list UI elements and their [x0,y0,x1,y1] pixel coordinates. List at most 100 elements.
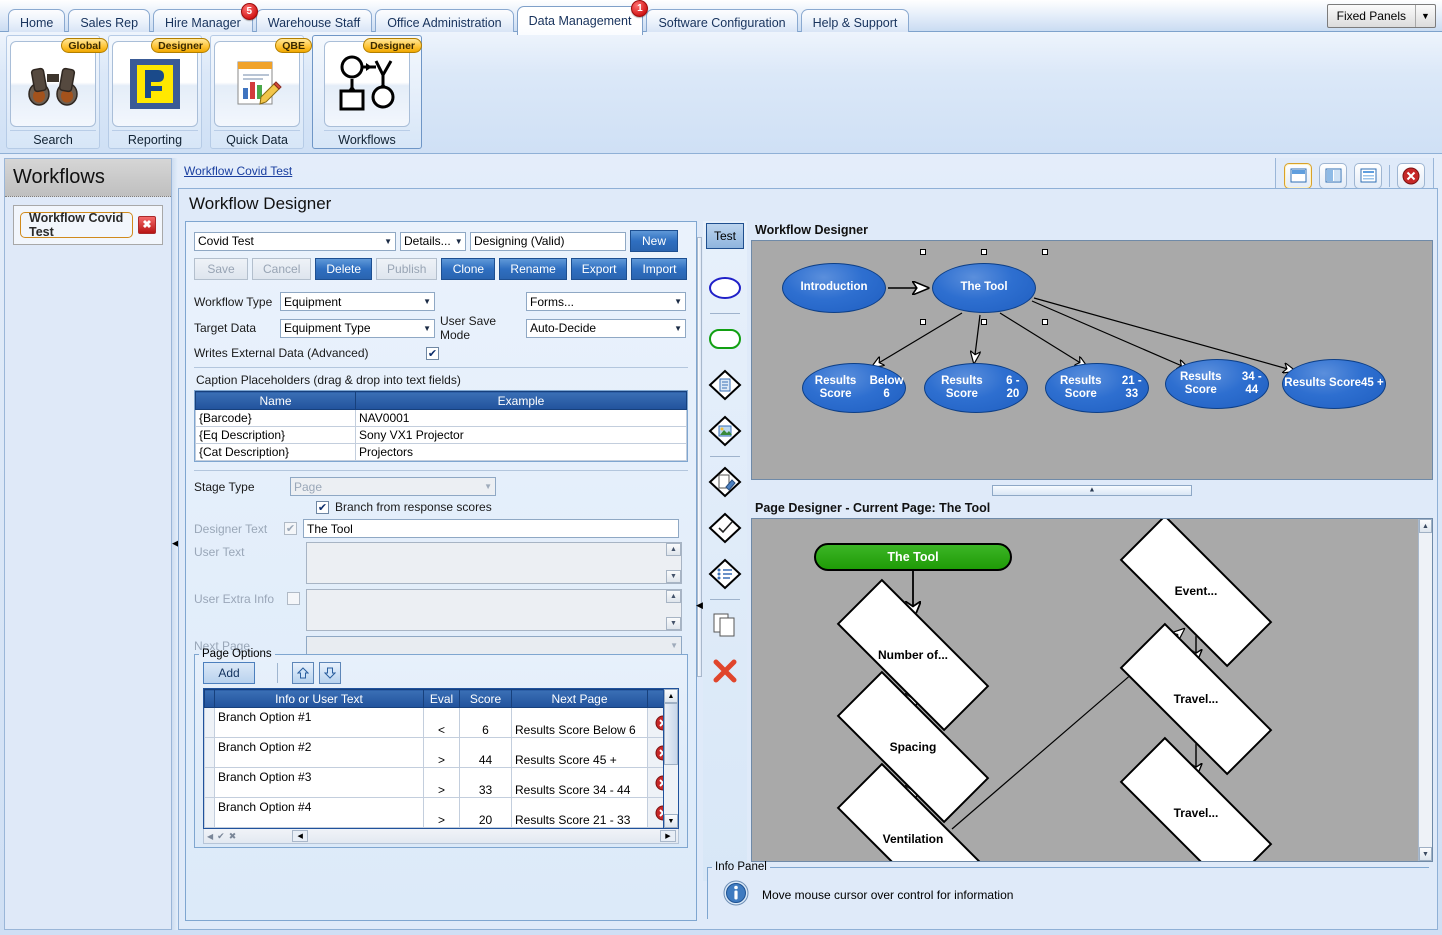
layout-split-horizontal-icon[interactable] [1354,163,1382,189]
diamond-edit-option-icon[interactable] [703,459,747,505]
page-node-diamond[interactable]: Travel... [1120,781,1272,845]
designer-text-checkbox[interactable]: ✔ [284,522,297,535]
quick-data-icon[interactable] [214,41,300,127]
table-cell[interactable]: {Cat Description} [196,444,356,461]
page-canvas-scrollbar[interactable]: ▲ ▼ [1418,519,1432,861]
sidebar-item-workflow-covid-test[interactable]: Workflow Covid Test [20,212,133,238]
stage-type-select[interactable]: Page▼ [290,477,496,496]
option-eval-cell[interactable]: > [424,798,460,828]
selection-handle[interactable] [920,249,926,255]
selection-handle[interactable] [981,249,987,255]
option-eval-cell[interactable]: > [424,738,460,768]
move-up-button[interactable] [292,662,314,684]
selection-handle[interactable] [1042,319,1048,325]
delete-x-icon[interactable] [703,648,747,694]
page-canvas[interactable]: The ToolNumber of...SpacingVentilationEv… [751,518,1433,862]
option-score-cell[interactable]: 44 [460,738,512,768]
option-text-cell[interactable]: Branch Option #1 [215,708,424,738]
report-icon[interactable] [112,41,198,127]
option-text-cell[interactable]: Branch Option #4 [215,798,424,828]
rounded-page-icon[interactable] [703,316,747,362]
selection-handle[interactable] [981,319,987,325]
tab-data-management[interactable]: Data Management1 [517,6,644,35]
row-selector[interactable] [205,708,215,738]
diamond-text-option-icon[interactable] [703,362,747,408]
form-splitter[interactable]: ◀ [696,225,703,915]
user-text-textarea[interactable]: ▲▼ [306,542,682,584]
table-row[interactable]: {Eq Description}Sony VX1 Projector [196,427,687,444]
add-page-option-button[interactable]: Add [203,662,255,684]
table-row[interactable]: {Barcode}NAV0001 [196,410,687,427]
user-extra-info-checkbox[interactable] [287,592,300,605]
details-select[interactable]: Details...▼ [400,232,466,251]
user-extra-info-textarea[interactable]: ▲▼ [306,589,682,631]
workflow-canvas[interactable]: IntroductionThe ToolResults ScoreBelow 6… [751,240,1433,480]
workflow-icon[interactable] [324,41,410,127]
option-score-cell[interactable]: 20 [460,798,512,828]
selection-handle[interactable] [1042,249,1048,255]
table-row[interactable]: Branch Option #4>20Results Score 21 - 33 [205,798,678,828]
option-score-cell[interactable]: 33 [460,768,512,798]
delete-button[interactable]: Delete [315,258,372,280]
layout-split-vertical-icon[interactable] [1319,163,1347,189]
designer-text-input[interactable]: The Tool [303,519,679,538]
option-eval-cell[interactable]: < [424,708,460,738]
scroll-up-icon[interactable]: ▲ [1419,519,1432,533]
option-eval-cell[interactable]: > [424,768,460,798]
table-row[interactable]: Branch Option #1<6Results Score Below 6 [205,708,678,738]
workflow-type-select[interactable]: Equipment▼ [280,292,435,311]
new-button[interactable]: New [630,230,678,252]
nav-cancel-icon[interactable]: ✖ [229,831,237,842]
scroll-down-icon[interactable]: ▼ [664,814,678,828]
workflow-node[interactable]: Results Score34 - 44 [1165,359,1269,409]
move-down-button[interactable] [319,662,341,684]
table-row[interactable]: Branch Option #2>44Results Score 45 + [205,738,678,768]
splitter-handle[interactable] [992,485,1192,496]
table-row[interactable]: {Cat Description}Projectors [196,444,687,461]
option-next-page-cell[interactable]: Results Score 21 - 33 [512,798,648,828]
option-next-page-cell[interactable]: Results Score 45 + [512,738,648,768]
canvas-splitter[interactable] [751,483,1433,497]
option-text-cell[interactable]: Branch Option #2 [215,738,424,768]
writes-external-checkbox[interactable]: ✔ [426,347,439,360]
forms-select[interactable]: Forms...▼ [526,292,686,311]
table-cell[interactable]: Sony VX1 Projector [356,427,687,444]
page-node-diamond[interactable]: Travel... [1120,667,1272,731]
workflow-node[interactable]: Results Score45 + [1282,359,1386,409]
hscroll-left-icon[interactable]: ◀ [292,830,308,842]
page-options-scrollbar[interactable]: ▲ ▼ [663,689,678,828]
fixed-panels-dropdown[interactable]: Fixed Panels ▼ [1327,4,1436,28]
close-panel-icon[interactable] [1397,163,1425,189]
workflow-node[interactable]: Results Score21 - 33 [1045,363,1149,413]
table-cell[interactable]: {Barcode} [196,410,356,427]
workflow-node[interactable]: Introduction [782,263,886,313]
status-field[interactable]: Designing (Valid) [470,232,626,251]
close-icon[interactable]: ✖ [138,216,156,234]
table-cell[interactable]: NAV0001 [356,410,687,427]
page-node-diamond[interactable]: Event... [1120,559,1272,623]
page-node-diamond[interactable]: Ventilation [837,807,989,862]
rename-button[interactable]: Rename [499,258,566,280]
copy-icon[interactable] [703,602,747,648]
breadcrumb-link[interactable]: Workflow Covid Test [184,164,292,178]
option-next-page-cell[interactable]: Results Score Below 6 [512,708,648,738]
layout-single-icon[interactable] [1284,163,1312,189]
workflow-node[interactable]: The Tool [932,263,1036,313]
option-next-page-cell[interactable]: Results Score 34 - 44 [512,768,648,798]
scroll-thumb[interactable] [664,703,678,765]
scroll-down-icon[interactable]: ▼ [1419,847,1432,861]
row-selector[interactable] [205,738,215,768]
test-button[interactable]: Test [706,223,744,249]
user-extra-info-scrollbar[interactable]: ▲▼ [666,590,681,630]
option-score-cell[interactable]: 6 [460,708,512,738]
nav-accept-icon[interactable]: ✔ [217,831,225,842]
user-save-mode-select[interactable]: Auto-Decide▼ [526,319,686,338]
hscroll-right-icon[interactable]: ▶ [660,830,676,842]
table-row[interactable]: Branch Option #3>33Results Score 34 - 44 [205,768,678,798]
export-button[interactable]: Export [571,258,628,280]
target-data-select[interactable]: Equipment Type▼ [280,319,435,338]
clone-button[interactable]: Clone [441,258,495,280]
collapse-left-icon[interactable]: ◀ [696,600,703,611]
nav-prev-icon[interactable]: ◀ [207,832,213,841]
workflow-select[interactable]: Covid Test▼ [194,232,396,251]
